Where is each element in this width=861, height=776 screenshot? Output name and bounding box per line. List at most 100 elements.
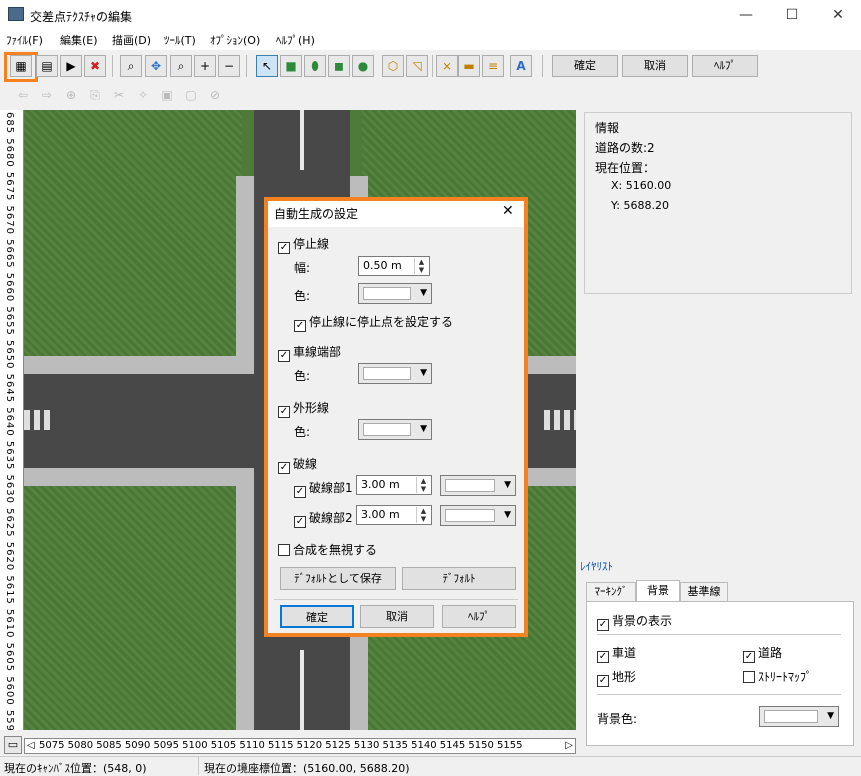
rect-fill-icon[interactable]: ■: [280, 55, 302, 77]
show-bg-label: 背景の表示: [612, 614, 673, 628]
menu-draw[interactable]: 描画(D): [112, 32, 151, 48]
lane-end-color-label: 色:: [294, 369, 311, 383]
toolbar-cancel-button[interactable]: 取消: [622, 55, 688, 77]
lane-end-label: 車線端部: [293, 345, 342, 359]
ignore-merge-checkbox[interactable]: 合成を無視する: [278, 541, 377, 558]
menu-file[interactable]: ﾌｧｲﾙ(F): [6, 32, 43, 48]
disabled-icon[interactable]: ⊘: [204, 85, 226, 107]
clipboard-icon[interactable]: ▢: [180, 85, 202, 107]
outline-checkbox[interactable]: ✓ 外形線: [278, 399, 329, 418]
add-icon[interactable]: ⊕: [60, 85, 82, 107]
redo-icon[interactable]: ⇨: [36, 85, 58, 107]
zoom-in-icon[interactable]: +: [194, 55, 216, 77]
toolbar-confirm-button[interactable]: 確定: [552, 55, 618, 77]
dash2-label: 破線部2: [309, 511, 353, 525]
curve-icon[interactable]: ◹: [406, 55, 428, 77]
dashed-label: 破線: [293, 457, 318, 471]
toolbar-help-button[interactable]: ﾍﾙﾌﾟ: [692, 55, 758, 77]
pan-icon[interactable]: ✥: [145, 55, 167, 77]
dash1-input[interactable]: 3.00 m ▲ ▼: [356, 475, 432, 495]
layer-icon[interactable]: ▤: [36, 55, 58, 77]
zoom-out-icon[interactable]: −: [218, 55, 240, 77]
lane-end-checkbox[interactable]: ✓ 車線端部: [278, 343, 341, 362]
stopline-color-label: 色:: [294, 289, 311, 303]
menu-help[interactable]: ﾍﾙﾌﾟ(H): [276, 32, 315, 48]
dash2-color-select[interactable]: ▼: [440, 505, 516, 526]
title-bar: 交差点ﾃｸｽﾁｬの編集 — ☐ ✕: [0, 0, 861, 30]
double-line-icon[interactable]: ≡: [482, 55, 504, 77]
street-checkbox[interactable]: ✓ 道路: [743, 644, 782, 663]
streetmap-checkbox[interactable]: ｽﾄﾘｰﾄﾏｯﾌﾟ: [743, 668, 812, 685]
menu-edit[interactable]: 編集(E): [60, 32, 98, 48]
dash1-label: 破線部1: [309, 481, 353, 495]
outline-color-select[interactable]: ▼: [358, 419, 432, 440]
position-y: Y: 5688.20: [611, 199, 669, 212]
menu-tools[interactable]: ﾂｰﾙ(T): [164, 32, 196, 48]
paste-icon[interactable]: ▣: [156, 85, 178, 107]
dash1-value: 3.00 m: [361, 478, 400, 491]
stopline-checkbox[interactable]: ✓ 停止線: [278, 235, 329, 254]
dialog-close-icon[interactable]: ✕: [502, 203, 514, 219]
road-checkbox[interactable]: ✓ 車道: [597, 644, 636, 663]
dash1-checkbox[interactable]: ✓ 破線部1: [294, 479, 353, 498]
crosswalk-icon[interactable]: ⨯: [436, 55, 458, 77]
terrain-checkbox[interactable]: ✓ 地形: [597, 668, 636, 687]
text-icon[interactable]: A: [510, 55, 532, 77]
select-arrow-icon[interactable]: ↖: [256, 55, 278, 77]
info-title: 情報: [595, 121, 620, 135]
stopline-color-select[interactable]: ▼: [358, 283, 432, 304]
copy-icon[interactable]: ⎘: [84, 85, 106, 107]
save-default-button[interactable]: ﾃﾞﾌｫﾙﾄとして保存: [280, 567, 396, 590]
dash2-checkbox[interactable]: ✓ 破線部2: [294, 509, 353, 528]
export-icon[interactable]: ▶: [60, 55, 82, 77]
zoom-fit-icon[interactable]: ⌕: [120, 55, 142, 77]
road-label: 車道: [612, 646, 637, 660]
grid-icon[interactable]: ▦: [10, 55, 32, 77]
lane-end-color-select[interactable]: ▼: [358, 363, 432, 384]
app-icon: [8, 7, 24, 21]
width-value: 0.50 m: [363, 259, 402, 272]
dash2-input[interactable]: 3.00 m ▲ ▼: [356, 505, 432, 525]
dialog-cancel-button[interactable]: 取消: [360, 605, 434, 628]
bgcolor-select[interactable]: ▼: [759, 706, 839, 727]
scroll-left-icon[interactable]: ◁: [27, 739, 35, 753]
polygon-icon[interactable]: ⬡: [382, 55, 404, 77]
cut-icon[interactable]: ✂: [108, 85, 130, 107]
delete-icon[interactable]: ✖: [84, 55, 106, 77]
ignore-merge-label: 合成を無視する: [293, 543, 378, 557]
dialog-ok-button[interactable]: 確定: [280, 605, 354, 628]
scroll-right-icon[interactable]: ▷: [565, 739, 573, 753]
maximize-button[interactable]: ☐: [769, 0, 815, 30]
default-button[interactable]: ﾃﾞﾌｫﾙﾄ: [402, 567, 516, 590]
horizontal-ruler-labels: 5075 5080 5085 5090 5095 5100 5105 5110 …: [39, 740, 523, 751]
dash1-color-select[interactable]: ▼: [440, 475, 516, 496]
square-icon[interactable]: ◼: [328, 55, 350, 77]
stop-point-checkbox[interactable]: ✓ 停止線に停止点を設定する: [294, 313, 453, 332]
zoom-icon[interactable]: ⌕: [170, 55, 192, 77]
circle-icon[interactable]: ●: [352, 55, 374, 77]
wand-icon[interactable]: ✧: [132, 85, 154, 107]
center-line-south: [300, 650, 304, 730]
center-line-north: [300, 110, 304, 170]
tab-background[interactable]: 背景: [636, 580, 680, 602]
position-x: X: 5160.00: [611, 179, 672, 192]
street-label: 道路: [758, 646, 783, 660]
terrain-label: 地形: [612, 670, 637, 684]
dialog-help-button[interactable]: ﾍﾙﾌﾟ: [442, 605, 516, 628]
line-icon[interactable]: ▬: [458, 55, 480, 77]
tab-marking[interactable]: ﾏｰｷﾝｸﾞ: [586, 582, 636, 602]
dashed-checkbox[interactable]: ✓ 破線: [278, 455, 317, 474]
ellipse-fill-icon[interactable]: ⬮: [304, 55, 326, 77]
minimize-button[interactable]: —: [723, 0, 769, 30]
secondary-toolbar: ⇦ ⇨ ⊕ ⎘ ✂ ✧ ▣ ▢ ⊘: [0, 82, 861, 110]
horizontal-ruler: ◁ 5075 5080 5085 5090 5095 5100 5105 511…: [24, 738, 576, 754]
tab-baseline[interactable]: 基準線: [680, 582, 728, 602]
width-input[interactable]: 0.50 m ▲ ▼: [358, 256, 430, 276]
menu-options[interactable]: ｵﾌﾟｼｮﾝ(O): [210, 32, 260, 48]
layer-list-title: ﾚｲﾔﾘｽﾄ: [580, 560, 613, 573]
undo-icon[interactable]: ⇦: [12, 85, 34, 107]
vertical-ruler-labels: 685 5680 5675 5670 5665 5660 5655 5650 5…: [4, 112, 15, 730]
close-button[interactable]: ✕: [815, 0, 861, 30]
show-bg-checkbox[interactable]: ✓ 背景の表示: [597, 612, 672, 631]
monitor-icon[interactable]: ▭: [4, 736, 22, 754]
